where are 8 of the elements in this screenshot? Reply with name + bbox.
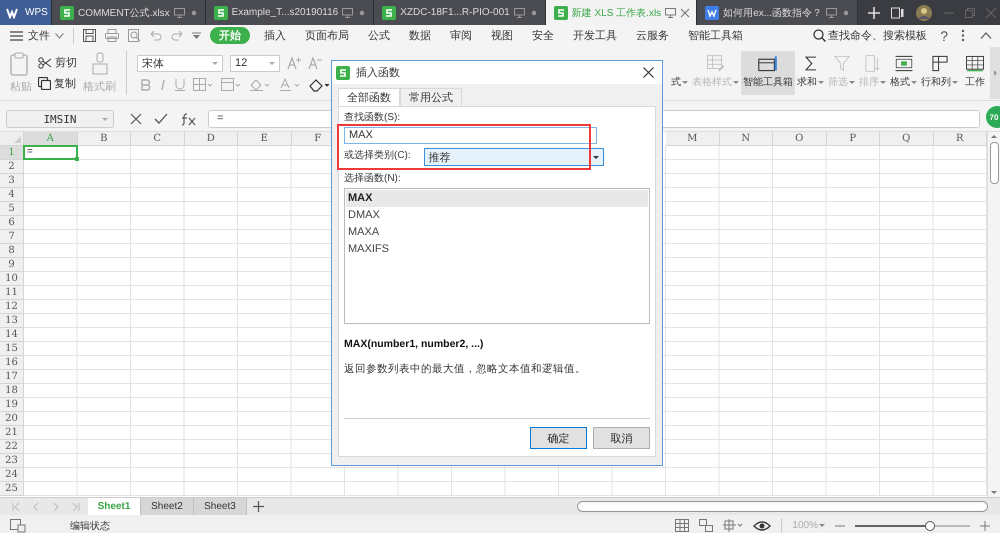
field-label: 查找函数(S): bbox=[344, 110, 400, 124]
function-signature: MAX(number1, number2, ...) bbox=[344, 338, 484, 350]
badge: 70 bbox=[986, 106, 1000, 128]
function-description: 返回参数列表中的最大值，忽略文本值和逻辑值。 bbox=[344, 362, 587, 376]
status-text: 编辑状态 bbox=[70, 520, 110, 532]
field-label: 选择函数(N): bbox=[344, 172, 401, 185]
field-label: 或选择类别(C): bbox=[344, 148, 411, 162]
dialog-title: 插入函数 bbox=[356, 66, 400, 80]
